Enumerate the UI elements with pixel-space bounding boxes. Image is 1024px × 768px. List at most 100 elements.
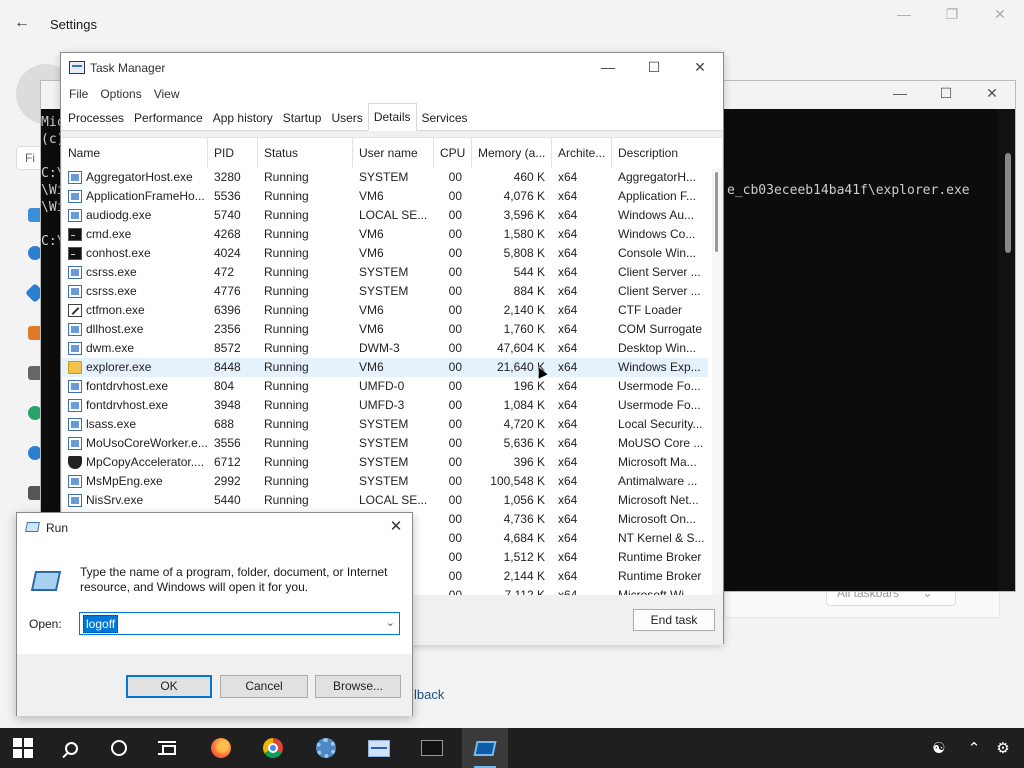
task-manager-titlebar[interactable]: Task Manager — ☐ ✕ [61,53,723,83]
table-row[interactable]: ApplicationFrameHo... 5536 Running VM6 00 4,0… [62,187,708,206]
settings-button[interactable] [303,728,349,768]
task-manager-button[interactable] [356,728,402,768]
architecture-cell: x64 [558,303,578,317]
table-row[interactable]: dwm.exe 8572 Running DWM-3 00 47,604 K x64 Desk… [62,339,708,358]
table-scrollbar[interactable] [712,168,722,595]
end-task-button[interactable]: End task [633,609,715,631]
column-header-cpu[interactable]: CPU [434,138,472,168]
search-button[interactable] [48,728,94,768]
task-manager-icon [69,61,85,74]
gear-icon[interactable]: ⚙ [986,728,1020,768]
task-view-button[interactable] [144,728,190,768]
column-header-user[interactable]: User name [353,138,434,168]
minimize-icon[interactable]: — [877,85,923,102]
command-prompt-button[interactable] [409,728,455,768]
cancel-button[interactable]: Cancel [220,675,308,698]
table-row[interactable]: cmd.exe 4268 Running VM6 00 1,580 K x64 Windows… [62,225,708,244]
architecture-cell: x64 [558,208,578,222]
maximize-icon[interactable]: ☐ [923,85,969,102]
open-combobox[interactable]: logoff ⌄ [79,612,400,635]
run-program-icon [30,571,62,591]
user-cell: UMFD-3 [359,398,405,412]
minimize-icon[interactable]: — [585,53,631,83]
pid-cell: 5440 [214,493,241,507]
cortana-button[interactable] [96,728,142,768]
user-cell: SYSTEM [359,417,409,431]
tab-details[interactable]: Details [367,103,417,131]
close-icon[interactable]: ✕ [386,517,406,535]
cpu-cell: 00 [448,322,462,336]
column-header-pid[interactable]: PID [208,138,258,168]
table-row[interactable]: explorer.exe 8448 Running VM6 00 21,640 Kx64 W… [62,358,708,377]
table-row[interactable]: conhost.exe 4024 Running VM6 00 5,808 K x64 Con… [62,244,708,263]
column-header-status[interactable]: Status [258,138,353,168]
people-icon[interactable]: ☯ [922,728,956,768]
tab-services[interactable]: Services [417,105,473,131]
process-name-cell: AggregatorHost.exe [62,168,208,187]
memory-cell: 2,144 K [503,569,545,583]
back-arrow-icon[interactable]: ← [14,14,34,34]
process-name-cell: MpCopyAccelerator.... [62,453,208,472]
tab-performance[interactable]: Performance [129,105,208,131]
firefox-button[interactable] [198,728,244,768]
open-input[interactable]: logoff [83,615,119,633]
table-row[interactable]: dllhost.exe 2356 Running VM6 00 1,760 K x64 COM… [62,320,708,339]
menu-file[interactable]: File [63,83,94,105]
run-titlebar[interactable]: Run ✕ [17,513,412,543]
table-row[interactable]: MsMpEng.exe 2992 Running SYSTEM 00 100,548 K x… [62,472,708,491]
process-name-cell: conhost.exe [62,244,208,263]
tab-startup[interactable]: Startup [278,105,327,131]
table-row[interactable]: MpCopyAccelerator.... 6712 Running SYSTEM 00… [62,453,708,472]
start-button[interactable] [0,728,46,768]
feedback-link[interactable]: lback [414,687,444,702]
architecture-cell: x64 [558,417,578,431]
maximize-icon[interactable]: ❐ [928,6,976,23]
chevron-down-icon[interactable]: ⌄ [386,616,395,629]
architecture-cell: x64 [558,512,578,526]
architecture-cell: x64 [558,170,578,184]
column-header-description[interactable]: Description [612,138,708,168]
ok-button[interactable]: OK [126,675,212,698]
chrome-button[interactable] [250,728,296,768]
process-name: NisSrv.exe [86,493,144,507]
architecture-cell: x64 [558,531,578,545]
console-scroll-thumb[interactable] [1005,153,1011,253]
description-cell: Antimalware ... [618,474,698,488]
process-name: dllhost.exe [86,322,144,336]
table-row[interactable]: AggregatorHost.exe 3280 Running SYSTEM 00 460… [62,168,708,187]
column-header-architecture[interactable]: Archite... [552,138,612,168]
table-row[interactable]: csrss.exe 4776 Running SYSTEM 00 884 K x64 Clie… [62,282,708,301]
browse-button[interactable]: Browse... [315,675,401,698]
table-row[interactable]: ctfmon.exe 6396 Running VM6 00 2,140 K x64 CTF … [62,301,708,320]
menu-options[interactable]: Options [94,83,147,105]
tab-processes[interactable]: Processes [63,105,129,131]
architecture-cell: x64 [558,265,578,279]
table-scroll-thumb[interactable] [715,172,718,252]
maximize-icon[interactable]: ☐ [631,53,677,83]
table-row[interactable]: NisSrv.exe 5440 Running LOCAL SE... 00 1,056 … [62,491,708,510]
minimize-icon[interactable]: — [880,6,928,23]
table-row[interactable]: audiodg.exe 5740 Running LOCAL SE... 00 3,596… [62,206,708,225]
table-row[interactable]: fontdrvhost.exe 804 Running UMFD-0 00 196 K x6… [62,377,708,396]
close-icon[interactable]: ✕ [976,6,1024,23]
close-icon[interactable]: ✕ [969,85,1015,102]
tab-users[interactable]: Users [326,105,367,131]
table-row[interactable]: csrss.exe 472 Running SYSTEM 00 544 K x64 Clien… [62,263,708,282]
tab-app-history[interactable]: App history [208,105,278,131]
run-button[interactable] [462,728,508,768]
table-row[interactable]: MoUsoCoreWorker.e... 3556 Running SYSTEM 00 5… [62,434,708,453]
close-icon[interactable]: ✕ [677,53,723,83]
table-row[interactable]: lsass.exe 688 Running SYSTEM 00 4,720 K x64 Loc… [62,415,708,434]
process-name: MsMpEng.exe [86,474,163,488]
tab-bar: Processes Performance App history Startu… [61,103,723,131]
memory-cell: 5,808 K [503,246,545,260]
process-name-cell: explorer.exe [62,358,208,377]
table-row[interactable]: fontdrvhost.exe 3948 Running UMFD-3 00 1,084 … [62,396,708,415]
window-icon [68,342,82,355]
column-header-memory[interactable]: Memory (a... [472,138,552,168]
console-scrollbar[interactable] [997,109,1015,591]
user-cell: SYSTEM [359,284,409,298]
menu-view[interactable]: View [148,83,186,105]
process-name: lsass.exe [86,417,137,431]
column-header-name[interactable]: Name [62,138,208,168]
